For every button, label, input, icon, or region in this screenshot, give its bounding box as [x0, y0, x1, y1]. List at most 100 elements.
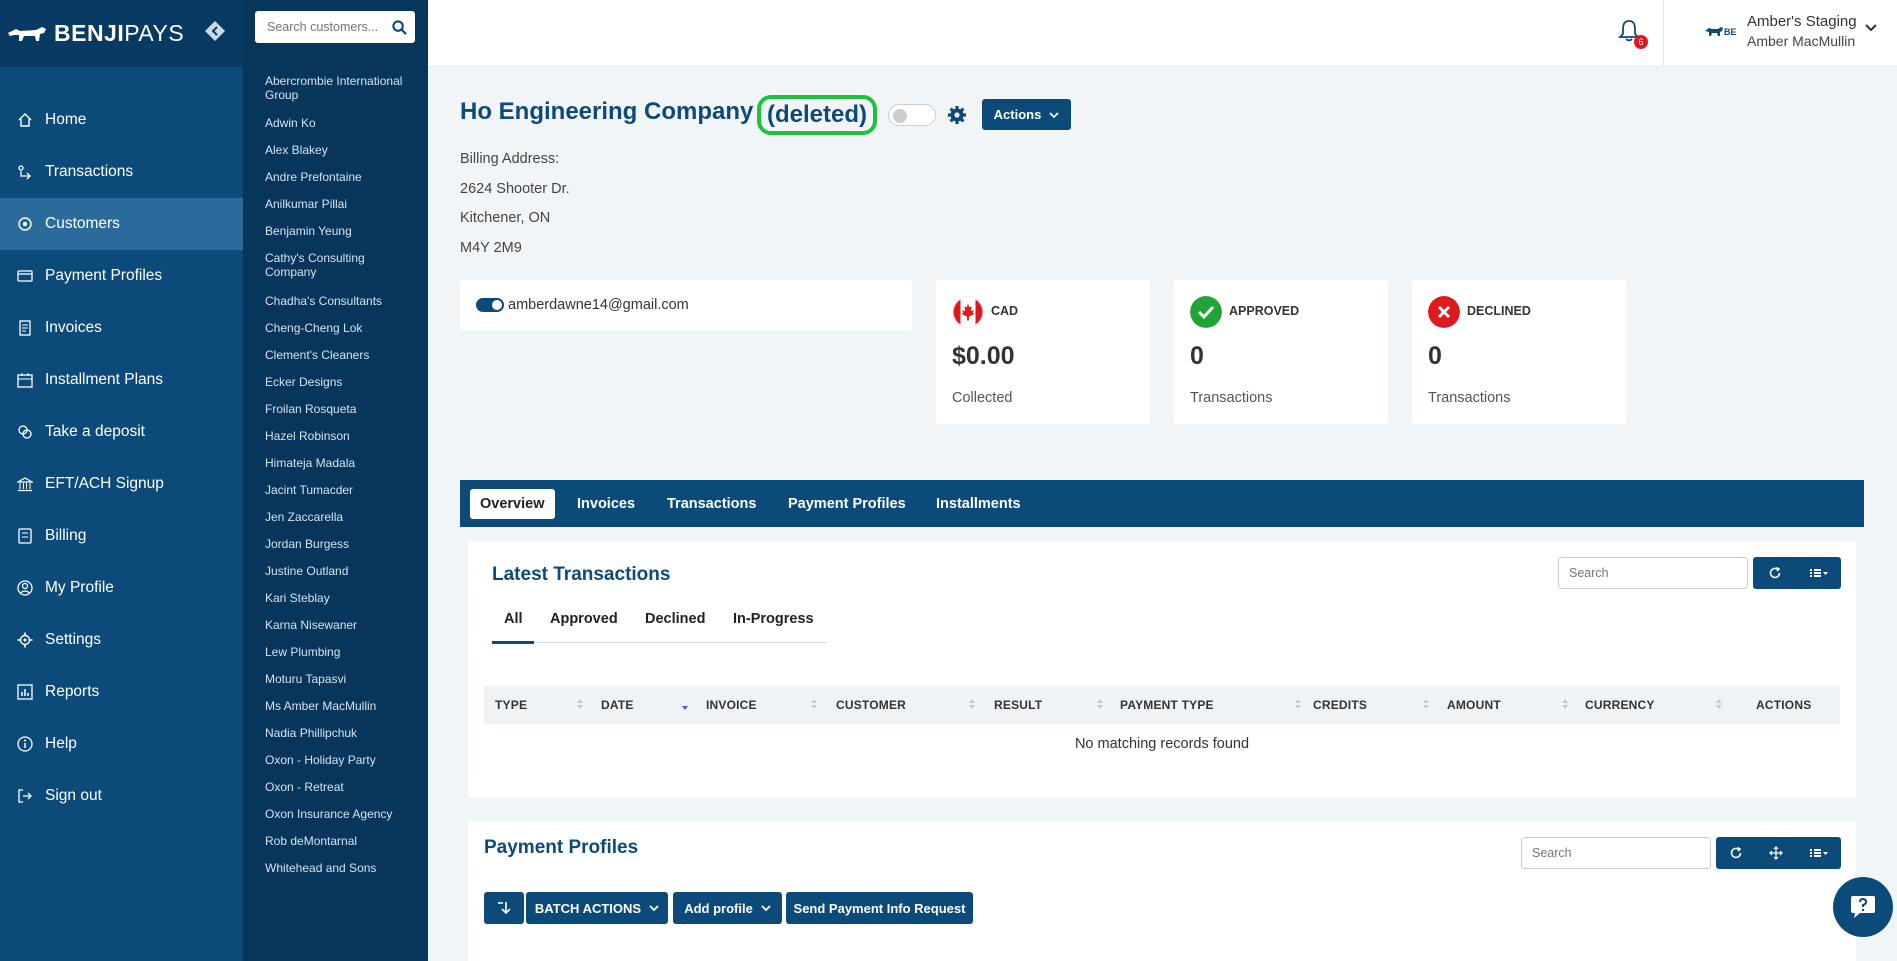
add-profile-button[interactable]: Add profile — [673, 892, 782, 924]
profiles-search[interactable] — [1521, 837, 1711, 869]
nav-item-take-a-deposit[interactable]: Take a deposit — [0, 406, 243, 458]
customer-list-item[interactable]: Ecker Designs — [265, 375, 415, 389]
customer-list-item[interactable]: Hazel Robinson — [265, 429, 415, 443]
search-icon[interactable] — [392, 19, 407, 35]
sort-icon[interactable] — [1422, 697, 1430, 711]
customer-search[interactable] — [255, 11, 415, 43]
email-toggle[interactable] — [476, 298, 504, 312]
refresh-button[interactable] — [1753, 557, 1797, 589]
customer-list-item[interactable]: Rob deMontarnal — [265, 834, 415, 848]
gear-icon[interactable] — [947, 105, 967, 125]
nav-item-sign-out[interactable]: Sign out — [0, 770, 243, 822]
tab-installments[interactable]: Installments — [936, 489, 1021, 519]
customer-list-item[interactable]: Chadha's Consultants — [265, 294, 415, 308]
column-header-currency[interactable]: CURRENCY — [1585, 698, 1655, 712]
columns-button[interactable] — [1796, 837, 1841, 869]
customer-list-item[interactable]: Abercrombie International Group — [265, 74, 415, 102]
profiles-search-input[interactable] — [1532, 846, 1700, 860]
customer-list-item[interactable]: Anilkumar Pillai — [265, 197, 415, 211]
subtab-declined[interactable]: Declined — [645, 611, 705, 627]
customer-list-item[interactable]: Clement's Cleaners — [265, 348, 415, 362]
customer-list-item[interactable]: Himateja Madala — [265, 456, 415, 470]
column-header-result[interactable]: RESULT — [994, 698, 1042, 712]
account-name[interactable]: Amber's Staging — [1747, 13, 1857, 30]
nav-item-help[interactable]: Help — [0, 718, 243, 770]
customer-list-item[interactable]: Lew Plumbing — [265, 645, 415, 659]
chevron-down-icon[interactable] — [1864, 20, 1878, 34]
tab-overview[interactable]: Overview — [470, 489, 555, 519]
customer-name: Ho Engineering Company — [460, 98, 754, 125]
customer-list-item[interactable]: Kari Steblay — [265, 591, 415, 605]
nav-item-my-profile[interactable]: My Profile — [0, 562, 243, 614]
export-button[interactable] — [484, 892, 524, 924]
customer-list-item[interactable]: Justine Outland — [265, 564, 415, 578]
sort-icon[interactable] — [968, 697, 976, 711]
customer-search-input[interactable] — [267, 20, 387, 34]
customer-list-item[interactable]: Moturu Tapasvi — [265, 672, 415, 686]
batch-actions-button[interactable]: BATCH ACTIONS — [526, 892, 668, 924]
customer-active-toggle[interactable] — [888, 104, 936, 126]
sort-desc-icon[interactable] — [681, 697, 689, 711]
sort-icon[interactable] — [1561, 697, 1569, 711]
sort-icon[interactable] — [1715, 697, 1723, 711]
column-header-type[interactable]: TYPE — [495, 698, 527, 712]
subtab-in-progress[interactable]: In-Progress — [733, 611, 814, 627]
customer-list-item[interactable]: Jen Zaccarella — [265, 510, 415, 524]
sort-icon[interactable] — [1294, 697, 1302, 711]
columns-button[interactable] — [1797, 557, 1841, 589]
customer-list-item[interactable]: Whitehead and Sons — [265, 861, 415, 875]
nav-item-settings[interactable]: Settings — [0, 614, 243, 666]
customer-list-item[interactable]: Froilan Rosqueta — [265, 402, 415, 416]
customer-list-item[interactable]: Nadia Phillipchuk — [265, 726, 415, 740]
column-header-amount[interactable]: AMOUNT — [1447, 698, 1501, 712]
nav-item-eft-ach-signup[interactable]: EFT/ACH Signup — [0, 458, 243, 510]
nav-item-home[interactable]: Home — [0, 94, 243, 146]
nav-item-payment-profiles[interactable]: Payment Profiles — [0, 250, 243, 302]
customer-list-item[interactable]: Jordan Burgess — [265, 537, 415, 551]
column-header-credits[interactable]: CREDITS — [1313, 698, 1367, 712]
actions-dropdown-button[interactable]: Actions — [982, 99, 1071, 130]
nav-item-customers[interactable]: Customers — [0, 198, 243, 250]
nav-item-invoices[interactable]: Invoices — [0, 302, 243, 354]
customer-list-item[interactable]: Oxon - Retreat — [265, 780, 415, 794]
column-header-actions[interactable]: ACTIONS — [1756, 698, 1811, 712]
customer-list-item[interactable]: Cathy's Consulting Company — [265, 251, 415, 279]
account-user[interactable]: Amber MacMullin — [1747, 33, 1855, 49]
customer-list-item[interactable]: Oxon Insurance Agency — [265, 807, 415, 821]
tab-transactions[interactable]: Transactions — [667, 489, 756, 519]
fullscreen-button[interactable] — [1756, 837, 1796, 869]
nav-item-billing[interactable]: Billing — [0, 510, 243, 562]
customer-list-item[interactable]: Cheng-Cheng Lok — [265, 321, 415, 335]
column-header-invoice[interactable]: INVOICE — [706, 698, 757, 712]
subtab-approved[interactable]: Approved — [550, 611, 618, 627]
customer-list-item[interactable]: Alex Blakey — [265, 143, 415, 157]
sort-icon[interactable] — [810, 697, 818, 711]
sort-icon[interactable] — [1096, 697, 1104, 711]
customer-list-item[interactable]: Jacint Tumacder — [265, 483, 415, 497]
subtab-all[interactable]: All — [504, 611, 523, 627]
tab-invoices[interactable]: Invoices — [577, 489, 635, 519]
customer-tabs: Overview Invoices Transactions Payment P… — [460, 480, 1864, 527]
column-header-date[interactable]: DATE — [601, 698, 634, 712]
collapse-sidebar-icon[interactable] — [204, 20, 226, 42]
nav-item-transactions[interactable]: Transactions — [0, 146, 243, 198]
customer-list-item[interactable]: Andre Prefontaine — [265, 170, 415, 184]
refresh-button[interactable] — [1716, 837, 1756, 869]
customer-list-item[interactable]: Oxon - Holiday Party — [265, 753, 415, 767]
nav-item-installment-plans[interactable]: Installment Plans — [0, 354, 243, 406]
tab-payment-profiles[interactable]: Payment Profiles — [788, 489, 906, 519]
help-chat-button[interactable] — [1833, 877, 1893, 937]
customer-list-item[interactable]: Karna Nisewaner — [265, 618, 415, 632]
send-payment-info-request-button[interactable]: Send Payment Info Request — [786, 892, 973, 924]
transactions-search-input[interactable] — [1569, 566, 1737, 580]
nav-item-reports[interactable]: Reports — [0, 666, 243, 718]
notifications-button[interactable]: 6 — [1617, 19, 1648, 49]
brand-logo[interactable]: BENJIPAYS — [0, 0, 243, 67]
customer-list-item[interactable]: Benjamin Yeung — [265, 224, 415, 238]
column-header-customer[interactable]: CUSTOMER — [836, 698, 906, 712]
customer-list-item[interactable]: Adwin Ko — [265, 116, 415, 130]
customer-list-item[interactable]: Ms Amber MacMullin — [265, 699, 415, 713]
transactions-search[interactable] — [1558, 557, 1748, 589]
column-header-payment-type[interactable]: PAYMENT TYPE — [1120, 698, 1214, 712]
sort-icon[interactable] — [576, 697, 584, 711]
